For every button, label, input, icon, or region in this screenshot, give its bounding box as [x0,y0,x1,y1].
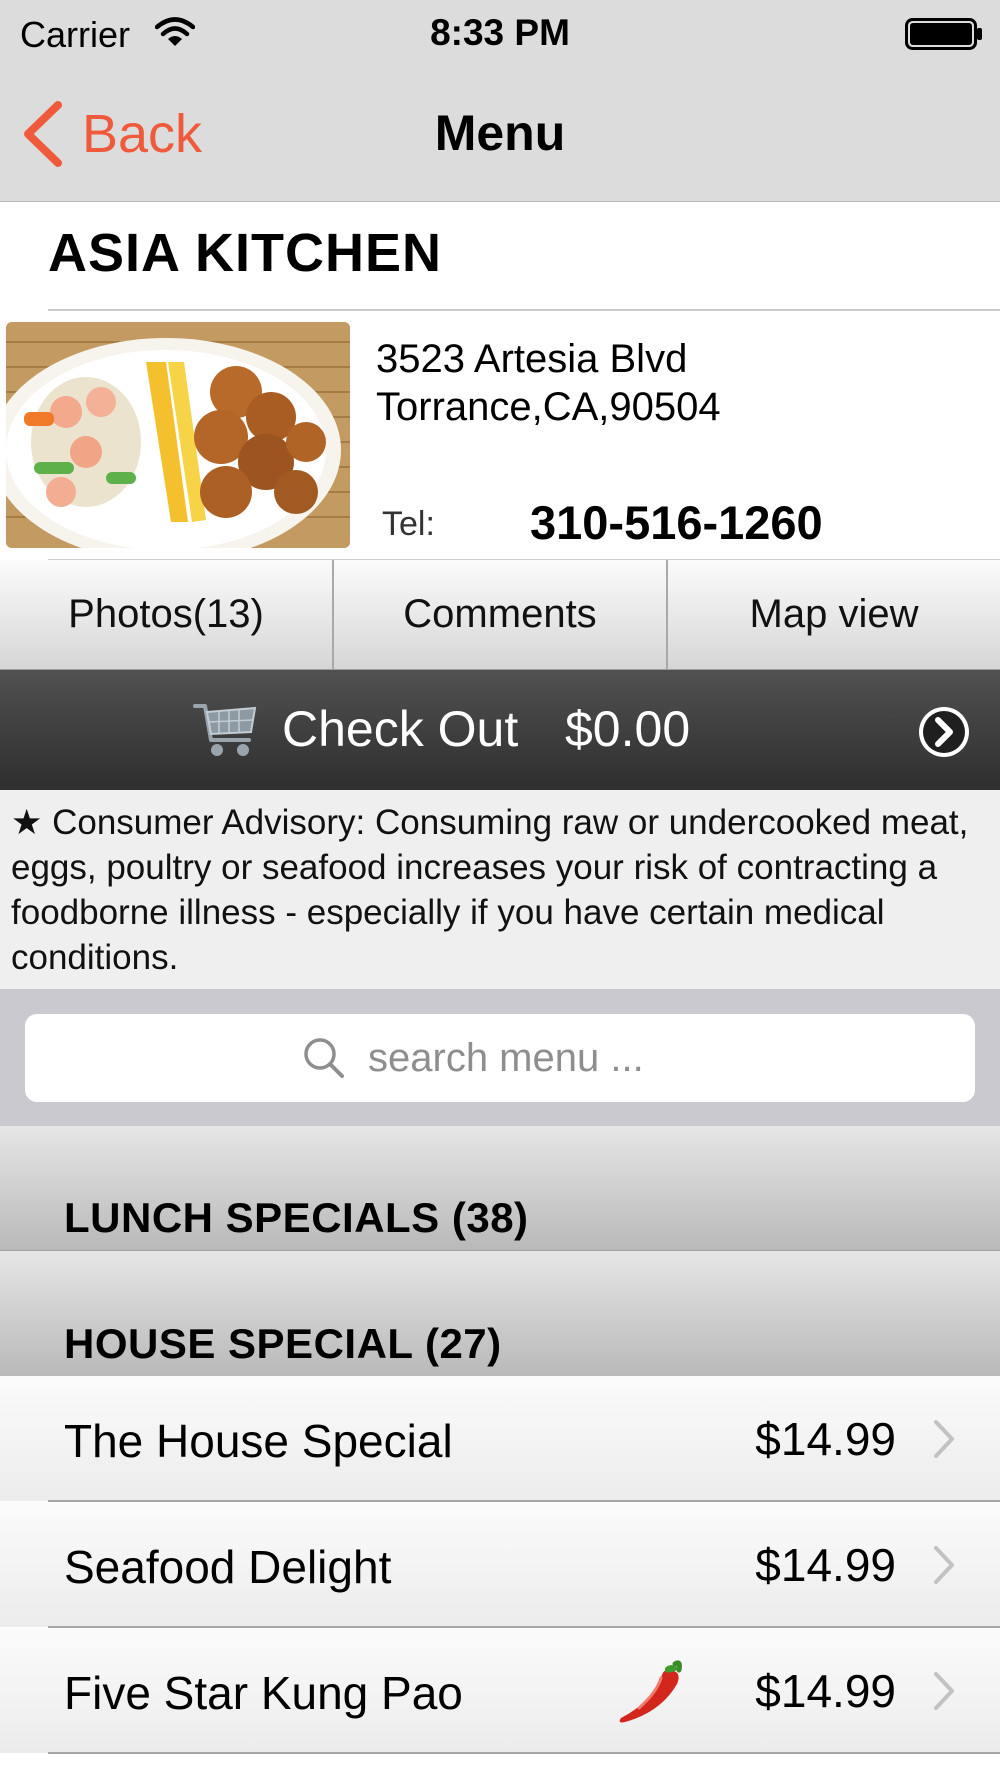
section-title: LUNCH SPECIALS (38) [64,1194,529,1241]
section-house-special[interactable]: HOUSE SPECIAL (27) [0,1251,1000,1376]
search-field[interactable] [25,1014,975,1102]
restaurant-tabs: Photos(13) Comments Map view [0,560,1000,670]
status-time: 8:33 PM [430,12,570,53]
status-bar: Carrier 8:33 PM [0,0,1000,68]
arrow-circle-icon[interactable] [918,706,970,758]
address-line-1: 3523 Artesia Blvd [376,337,688,381]
comments-button[interactable]: Comments [334,560,668,669]
section-lunch-specials[interactable]: LUNCH SPECIALS (38) [0,1126,1000,1251]
menu-item-row[interactable]: The House Special $14.99 [0,1376,1000,1501]
divider [48,309,1000,311]
menu-item-row[interactable]: Seafood Delight $14.99 [0,1502,1000,1627]
section-title: HOUSE SPECIAL (27) [64,1320,502,1367]
photos-button[interactable]: Photos(13) [0,560,334,669]
navigation-bar: Back Menu [0,68,1000,202]
restaurant-photo[interactable] [6,322,350,548]
item-price: $14.99 [755,1539,896,1591]
item-name: Seafood Delight [64,1541,392,1593]
page-title: Menu [434,105,566,161]
search-icon [304,1038,344,1078]
search-bar [0,990,1000,1126]
item-price: $14.99 [755,1413,896,1465]
menu-item-row[interactable]: Five Star Kung Pao $14.99 [0,1628,1000,1753]
battery-icon [905,18,982,50]
address-line-2: Torrance,CA,90504 [376,385,721,429]
consumer-advisory: ★ Consumer Advisory: Consuming raw or un… [0,790,1000,990]
map-view-button[interactable]: Map view [668,560,1000,669]
food-photo-image [6,322,350,548]
chevron-right-icon [934,1672,954,1710]
item-name: The House Special [64,1415,453,1467]
item-price: $14.99 [755,1665,896,1717]
chevron-right-icon [934,1420,954,1458]
checkout-label: Check Out [282,701,519,757]
item-name: Five Star Kung Pao [64,1667,463,1719]
tel-label: Tel: [382,505,435,543]
checkout-button[interactable]: Check Out $0.00 [0,670,1000,790]
chili-pepper-icon [619,1660,682,1723]
checkout-total: $0.00 [565,701,691,757]
top-bar: Carrier 8:33 PM Back Menu [0,0,1000,202]
row-divider [48,1752,1000,1754]
cart-icon [193,704,257,756]
search-input[interactable] [368,1035,698,1081]
restaurant-name: ASIA KITCHEN [48,223,443,283]
chevron-right-icon [934,1546,954,1584]
phone-number-link[interactable]: 310-516-1260 [530,495,823,550]
